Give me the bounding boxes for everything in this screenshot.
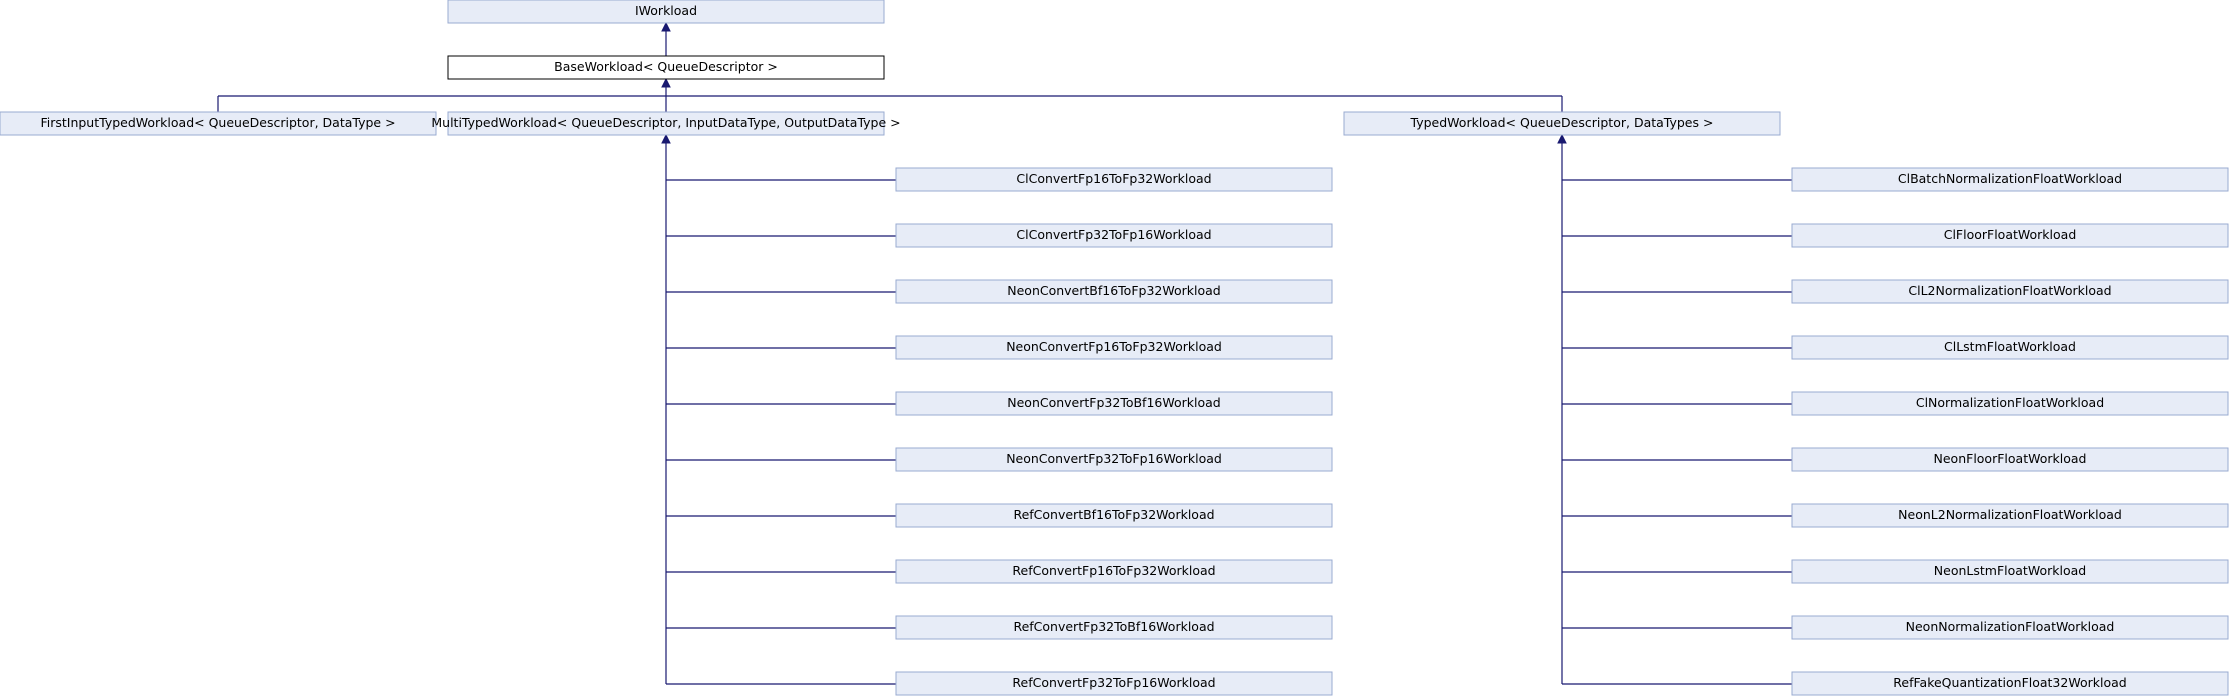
node-cl-batch-normalization-float-workload-label: ClBatchNormalizationFloatWorkload bbox=[1898, 171, 2122, 186]
node-base-workload-label: BaseWorkload< QueueDescriptor > bbox=[554, 59, 778, 74]
node-cl-convert-fp16-to-fp32-workload-label: ClConvertFp16ToFp32Workload bbox=[1016, 171, 1211, 186]
node-ref-convert-fp32-to-fp16-workload-label: RefConvertFp32ToFp16Workload bbox=[1012, 675, 1215, 690]
node-neon-floor-float-workload-label: NeonFloorFloatWorkload bbox=[1934, 451, 2087, 466]
node-neon-convert-fp32-to-fp16-workload[interactable]: NeonConvertFp32ToFp16Workload bbox=[895, 447, 1333, 472]
node-base-workload[interactable]: BaseWorkload< QueueDescriptor > bbox=[447, 55, 885, 80]
node-cl-convert-fp16-to-fp32-workload[interactable]: ClConvertFp16ToFp32Workload bbox=[895, 167, 1333, 192]
arrowhead-baseworkload bbox=[661, 77, 671, 88]
node-neon-lstm-float-workload[interactable]: NeonLstmFloatWorkload bbox=[1791, 559, 2229, 584]
node-cl-convert-fp32-to-fp16-workload[interactable]: ClConvertFp32ToFp16Workload bbox=[895, 223, 1333, 248]
node-iworkload[interactable]: IWorkload bbox=[447, 0, 885, 24]
node-ref-convert-fp16-to-fp32-workload[interactable]: RefConvertFp16ToFp32Workload bbox=[895, 559, 1333, 584]
node-cl-lstm-float-workload[interactable]: ClLstmFloatWorkload bbox=[1791, 335, 2229, 360]
node-neon-l2-normalization-float-workload-label: NeonL2NormalizationFloatWorkload bbox=[1898, 507, 2122, 522]
node-cl-floor-float-workload[interactable]: ClFloorFloatWorkload bbox=[1791, 223, 2229, 248]
node-ref-convert-bf16-to-fp32-workload[interactable]: RefConvertBf16ToFp32Workload bbox=[895, 503, 1333, 528]
node-neon-normalization-float-workload-label: NeonNormalizationFloatWorkload bbox=[1906, 619, 2115, 634]
class-nodes: IWorkload BaseWorkload< QueueDescriptor … bbox=[0, 0, 2229, 696]
node-ref-convert-fp16-to-fp32-workload-label: RefConvertFp16ToFp32Workload bbox=[1012, 563, 1215, 578]
node-ref-convert-fp32-to-bf16-workload-label: RefConvertFp32ToBf16Workload bbox=[1013, 619, 1214, 634]
node-cl-floor-float-workload-label: ClFloorFloatWorkload bbox=[1944, 227, 2077, 242]
inheritance-diagram: IWorkload BaseWorkload< QueueDescriptor … bbox=[0, 0, 2229, 696]
node-cl-lstm-float-workload-label: ClLstmFloatWorkload bbox=[1944, 339, 2076, 354]
node-neon-lstm-float-workload-label: NeonLstmFloatWorkload bbox=[1934, 563, 2086, 578]
node-neon-convert-fp32-to-bf16-workload-label: NeonConvertFp32ToBf16Workload bbox=[1007, 395, 1220, 410]
node-first-input-typed-workload[interactable]: FirstInputTypedWorkload< QueueDescriptor… bbox=[0, 111, 437, 136]
node-cl-normalization-float-workload[interactable]: ClNormalizationFloatWorkload bbox=[1791, 391, 2229, 416]
node-iworkload-label: IWorkload bbox=[635, 3, 697, 18]
node-ref-convert-fp32-to-bf16-workload[interactable]: RefConvertFp32ToBf16Workload bbox=[895, 615, 1333, 640]
node-cl-l2-normalization-float-workload-label: ClL2NormalizationFloatWorkload bbox=[1908, 283, 2111, 298]
arrowhead-typed bbox=[1557, 133, 1567, 144]
node-ref-convert-fp32-to-fp16-workload[interactable]: RefConvertFp32ToFp16Workload bbox=[895, 671, 1333, 696]
node-multi-typed-workload[interactable]: MultiTypedWorkload< QueueDescriptor, Inp… bbox=[431, 111, 901, 136]
node-multi-typed-workload-label: MultiTypedWorkload< QueueDescriptor, Inp… bbox=[431, 115, 900, 130]
node-neon-convert-bf16-to-fp32-workload-label: NeonConvertBf16ToFp32Workload bbox=[1007, 283, 1220, 298]
node-neon-convert-fp16-to-fp32-workload[interactable]: NeonConvertFp16ToFp32Workload bbox=[895, 335, 1333, 360]
node-neon-convert-fp32-to-fp16-workload-label: NeonConvertFp32ToFp16Workload bbox=[1006, 451, 1222, 466]
arrowhead-iworkload bbox=[661, 21, 671, 32]
node-ref-convert-bf16-to-fp32-workload-label: RefConvertBf16ToFp32Workload bbox=[1013, 507, 1214, 522]
node-cl-convert-fp32-to-fp16-workload-label: ClConvertFp32ToFp16Workload bbox=[1016, 227, 1211, 242]
node-neon-convert-fp16-to-fp32-workload-label: NeonConvertFp16ToFp32Workload bbox=[1006, 339, 1222, 354]
node-first-input-typed-workload-label: FirstInputTypedWorkload< QueueDescriptor… bbox=[40, 115, 395, 130]
arrowhead-multityped bbox=[661, 133, 671, 144]
node-neon-normalization-float-workload[interactable]: NeonNormalizationFloatWorkload bbox=[1791, 615, 2229, 640]
node-cl-normalization-float-workload-label: ClNormalizationFloatWorkload bbox=[1916, 395, 2104, 410]
node-cl-l2-normalization-float-workload[interactable]: ClL2NormalizationFloatWorkload bbox=[1791, 279, 2229, 304]
node-neon-l2-normalization-float-workload[interactable]: NeonL2NormalizationFloatWorkload bbox=[1791, 503, 2229, 528]
node-typed-workload[interactable]: TypedWorkload< QueueDescriptor, DataType… bbox=[1343, 111, 1781, 136]
node-typed-workload-label: TypedWorkload< QueueDescriptor, DataType… bbox=[1410, 115, 1714, 130]
node-neon-convert-bf16-to-fp32-workload[interactable]: NeonConvertBf16ToFp32Workload bbox=[895, 279, 1333, 304]
node-ref-fake-quantization-float32-workload-label: RefFakeQuantizationFloat32Workload bbox=[1893, 675, 2126, 690]
node-neon-convert-fp32-to-bf16-workload[interactable]: NeonConvertFp32ToBf16Workload bbox=[895, 391, 1333, 416]
node-neon-floor-float-workload[interactable]: NeonFloorFloatWorkload bbox=[1791, 447, 2229, 472]
node-ref-fake-quantization-float32-workload[interactable]: RefFakeQuantizationFloat32Workload bbox=[1791, 671, 2229, 696]
node-cl-batch-normalization-float-workload[interactable]: ClBatchNormalizationFloatWorkload bbox=[1791, 167, 2229, 192]
